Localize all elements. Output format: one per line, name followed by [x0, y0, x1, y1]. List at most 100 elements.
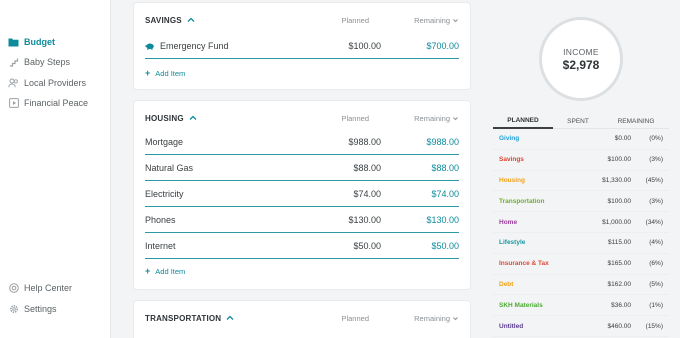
tab-spent[interactable]: SPENT	[553, 113, 603, 129]
chevron-up-icon[interactable]	[189, 114, 197, 122]
summary-percent: (3%)	[649, 156, 663, 164]
planned-column-header: Planned	[341, 15, 369, 25]
planned-amount-input[interactable]: $100.00	[348, 41, 381, 51]
remaining-amount: $74.00	[431, 188, 459, 199]
summary-amount: $162.00	[607, 280, 632, 288]
summary-amount: $0.00	[614, 135, 631, 143]
summary-amount: $165.00	[607, 260, 632, 268]
steps-icon	[8, 57, 19, 68]
remaining-column-header[interactable]: Remaining	[414, 314, 459, 323]
summary-percent: (4%)	[649, 239, 663, 247]
summary-category: Giving	[499, 135, 520, 143]
savings-group-card: SAVINGS Planned Remaining Emergency Fund…	[134, 3, 470, 89]
chevron-up-icon[interactable]	[226, 314, 234, 322]
remaining-amount: $50.00	[431, 240, 459, 251]
sidebar-item-baby-steps[interactable]: Baby Steps	[8, 55, 70, 69]
budget-item-row[interactable]: Phones $130.00 $130.00	[145, 207, 459, 233]
remaining-amount: $700.00	[426, 40, 459, 51]
item-name: Phones	[145, 214, 176, 225]
remaining-label: Remaining	[414, 113, 450, 123]
housing-group-header: HOUSING Planned Remaining	[145, 111, 459, 125]
summary-row[interactable]: Savings $100.00 (3%)	[493, 150, 669, 171]
budget-item-row[interactable]: Natural Gas $88.00 $88.00	[145, 155, 459, 181]
tab-remaining[interactable]: REMAINING	[603, 113, 669, 129]
summary-row[interactable]: Giving $0.00 (0%)	[493, 129, 669, 150]
sidebar-item-label: Baby Steps	[24, 57, 71, 67]
summary-row[interactable]: Lifestyle $115.00 (4%)	[493, 233, 669, 254]
summary-percent: (1%)	[649, 301, 663, 309]
group-title[interactable]: SAVINGS	[145, 16, 182, 25]
summary-amount: $115.00	[607, 239, 631, 247]
piggy-bank-icon	[145, 43, 154, 50]
chevron-up-icon[interactable]	[187, 16, 195, 24]
transportation-group-card: TRANSPORTATION Planned Remaining	[134, 301, 470, 338]
summary-row[interactable]: Untitled $460.00 (15%)	[493, 316, 669, 337]
sidebar-item-financial-peace[interactable]: Financial Peace	[8, 96, 88, 110]
planned-amount-input[interactable]: $988.00	[348, 137, 381, 147]
summary-amount: $100.00	[607, 197, 632, 205]
chevron-down-icon	[453, 116, 458, 120]
summary-row[interactable]: Home $1,000.00 (34%)	[493, 212, 669, 233]
remaining-column-header[interactable]: Remaining	[414, 114, 459, 123]
sidebar-item-label: Local Providers	[24, 78, 87, 88]
summary-category: Transportation	[499, 197, 545, 205]
summary-row[interactable]: Transportation $100.00 (3%)	[493, 191, 669, 213]
remaining-column-header[interactable]: Remaining	[414, 16, 459, 25]
planned-column-header: Planned	[341, 313, 369, 323]
add-item-label: Add Item	[155, 68, 186, 78]
budget-item-row[interactable]: Emergency Fund $100.00 $700.00	[145, 33, 459, 59]
budget-item-row[interactable]: Mortgage $988.00 $988.00	[145, 129, 459, 155]
sidebar-item-settings[interactable]: Settings	[8, 302, 57, 316]
summary-row[interactable]: Housing $1,330.00 (45%)	[493, 171, 669, 192]
planned-amount-input[interactable]: $50.00	[353, 241, 381, 251]
sidebar-item-budget[interactable]: Budget	[8, 35, 55, 49]
group-title[interactable]: TRANSPORTATION	[145, 314, 221, 323]
summary-category: SKH Materials	[499, 301, 543, 309]
gear-icon	[8, 304, 19, 315]
income-summary-circle: INCOME $2,978	[539, 17, 623, 101]
category-summary: PLANNED SPENT REMAINING Giving $0.00 (0%) S…	[493, 113, 669, 337]
summary-row[interactable]: Insurance & Tax $165.00 (6%)	[493, 254, 669, 275]
summary-percent: (15%)	[645, 322, 663, 330]
add-item-button[interactable]: + Add Item	[145, 68, 185, 78]
budget-item-row[interactable]: Internet $50.00 $50.00	[145, 233, 459, 259]
sidebar-item-local-providers[interactable]: Local Providers	[8, 76, 86, 90]
item-name: Internet	[145, 240, 176, 251]
chevron-down-icon	[453, 316, 458, 320]
add-item-button[interactable]: + Add Item	[145, 266, 185, 276]
summary-category: Insurance & Tax	[499, 260, 549, 268]
summary-percent: (3%)	[649, 197, 663, 205]
budget-item-row[interactable]: Electricity $74.00 $74.00	[145, 181, 459, 207]
summary-percent: (5%)	[649, 280, 663, 288]
planned-amount-input[interactable]: $130.00	[348, 215, 381, 225]
summary-row[interactable]: Debt $162.00 (5%)	[493, 275, 669, 296]
summary-row[interactable]: SKH Materials $36.00 (1%)	[493, 295, 669, 317]
item-name: Mortgage	[145, 136, 184, 147]
planned-amount-input[interactable]: $88.00	[353, 163, 381, 173]
summary-category: Savings	[499, 156, 524, 164]
plus-icon: +	[145, 68, 151, 78]
tab-planned[interactable]: PLANNED	[493, 113, 553, 129]
planned-amount-input[interactable]: $74.00	[353, 189, 381, 199]
sidebar-item-help-center[interactable]: Help Center	[8, 281, 72, 295]
remaining-label: Remaining	[414, 313, 450, 323]
summary-amount: $100.00	[607, 156, 632, 164]
sidebar-item-label: Settings	[24, 304, 57, 314]
remaining-amount: $130.00	[426, 214, 459, 225]
plus-icon: +	[145, 266, 151, 276]
chevron-down-icon	[453, 18, 458, 22]
item-name: Emergency Fund	[160, 40, 229, 51]
housing-group-card: HOUSING Planned Remaining Mortgage $988.…	[134, 101, 470, 289]
summary-tabs: PLANNED SPENT REMAINING	[493, 113, 669, 129]
summary-percent: (0%)	[649, 135, 663, 143]
folder-icon	[8, 37, 19, 48]
summary-percent: (34%)	[645, 218, 663, 226]
planned-column-header: Planned	[341, 113, 369, 123]
group-title[interactable]: HOUSING	[145, 114, 184, 123]
item-name: Electricity	[145, 188, 184, 199]
summary-category: Home	[499, 218, 518, 226]
summary-percent: (45%)	[645, 176, 663, 184]
sidebar: Budget Baby Steps Local Providers Financ…	[0, 0, 111, 338]
income-value: $2,978	[562, 57, 600, 72]
sidebar-item-label: Help Center	[24, 283, 73, 293]
